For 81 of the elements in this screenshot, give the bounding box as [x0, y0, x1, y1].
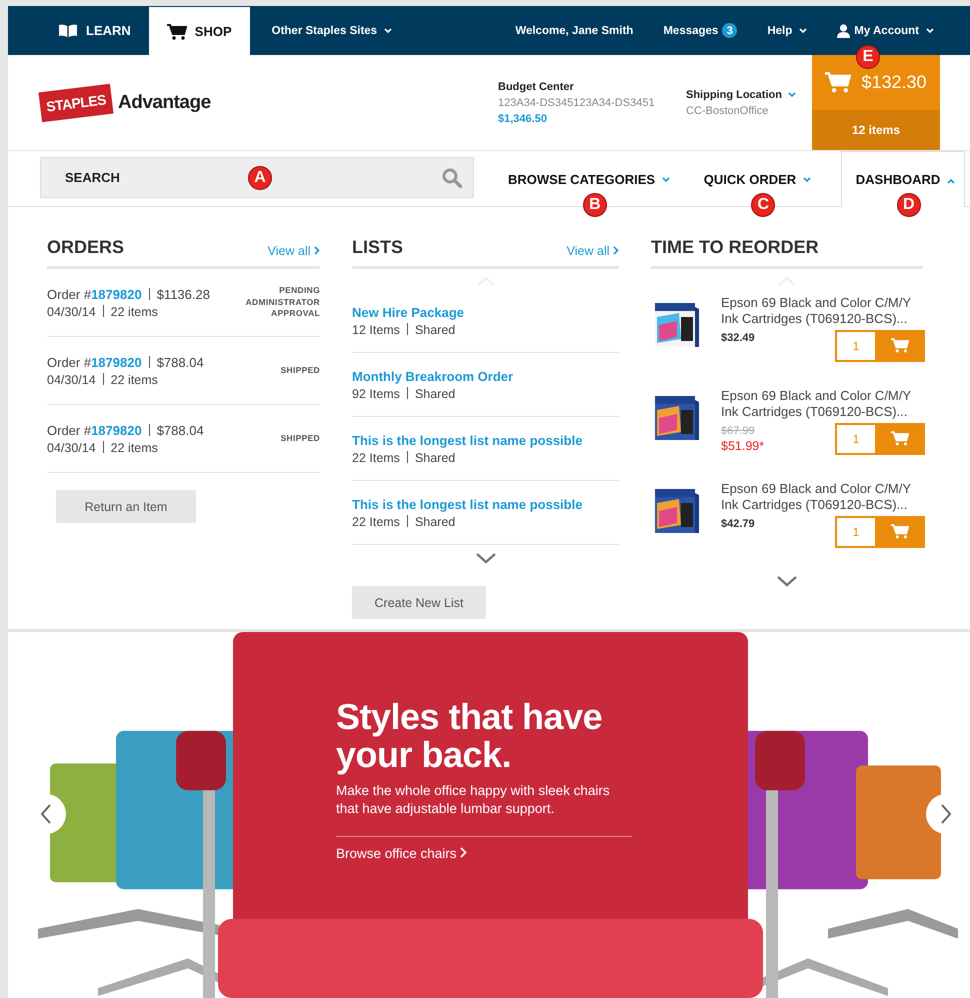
scroll-down-icon[interactable]	[777, 576, 797, 587]
account-menu[interactable]: My Account	[827, 24, 944, 38]
logo-text: Advantage	[118, 92, 211, 114]
callout-marker: B	[582, 193, 607, 217]
section-title: TIME TO REORDER	[651, 237, 819, 258]
chevron-down-icon	[662, 177, 670, 184]
view-all-link[interactable]: View all	[268, 244, 320, 258]
list-details: 12 Items Shared	[352, 322, 456, 336]
scroll-down-icon[interactable]	[476, 553, 496, 564]
list-name-link[interactable]: New Hire Package	[352, 304, 619, 320]
cart-icon	[891, 431, 909, 446]
callout-marker: C	[751, 193, 776, 217]
chevron-right-icon	[460, 847, 468, 858]
cart-icon	[891, 338, 909, 353]
hero-description: Make the whole office happy with sleek chairs that have adjustable lumbar support.	[336, 782, 632, 838]
cart-icon	[166, 24, 187, 40]
order-status: SHIPPED	[280, 432, 320, 444]
section-title: LISTS	[352, 237, 404, 258]
order-summary: Order #1879820 $788.04	[47, 354, 204, 370]
cart-item-count: 12 items	[812, 110, 940, 150]
order-summary: Order #1879820 $1136.28	[47, 286, 210, 302]
top-tab[interactable]: LEARN	[40, 6, 149, 55]
chevron-down-icon	[384, 28, 392, 34]
welcome-text: Welcome, Jane Smith	[514, 24, 634, 36]
search-icon[interactable]	[442, 168, 462, 188]
section-title: ORDERS	[47, 237, 124, 258]
view-all-link[interactable]: View all	[566, 244, 619, 258]
product-name: Epson 69 Black and Color C/M/Y Ink Cartridges (T069120-BCS)...	[721, 481, 912, 514]
chevron-down-icon	[802, 177, 811, 184]
order-details: 04/30/14 22 items	[47, 440, 159, 454]
message-count: 3	[722, 23, 738, 38]
budget-amount: $1,346.50	[498, 112, 548, 124]
user-icon	[837, 24, 850, 38]
order-status: PENDING ADMINISTRATOR APPROVAL	[244, 285, 320, 320]
messages-link[interactable]: Messages 3	[653, 23, 748, 38]
list-name-link[interactable]: This is the longest list name possible	[352, 432, 619, 448]
chevron-down-icon	[788, 92, 796, 98]
order-number-link[interactable]: 1879820	[91, 354, 142, 370]
order-number-link[interactable]: 1879820	[91, 286, 142, 302]
help-menu[interactable]: Help	[757, 24, 818, 36]
product-name: Epson 69 Black and Color C/M/Y Ink Cartridges (T069120-BCS)...	[721, 388, 912, 420]
list-details: 92 Items Shared	[352, 386, 456, 400]
chevron-up-icon	[946, 178, 955, 184]
shipping-value: CC-BostonOffice	[686, 104, 770, 116]
budget-title: Budget Center	[498, 80, 575, 92]
add-to-cart-button[interactable]	[875, 516, 925, 548]
cart-total: $132.30	[861, 72, 927, 93]
add-to-cart-button[interactable]	[875, 330, 925, 362]
chevron-right-icon	[940, 804, 952, 824]
list-details: 22 Items Shared	[352, 450, 456, 464]
product-price: $42.79	[721, 518, 755, 530]
list-name-link[interactable]: Monthly Breakroom Order	[352, 368, 619, 384]
chevron-down-icon	[799, 28, 808, 34]
product-price: $32.49	[721, 332, 755, 344]
budget-code: 123A34-DS345123A34-DS3451	[498, 96, 656, 108]
chevron-right-icon	[613, 246, 619, 255]
order-status: SHIPPED	[280, 364, 320, 376]
logo-badge[interactable]: STAPLES	[38, 83, 114, 122]
list-name-link[interactable]: This is the longest list name possible	[352, 496, 619, 512]
browse-chairs-link[interactable]: Browse office chairs	[336, 846, 632, 862]
hero-headline: Styles that have your back.	[336, 698, 604, 774]
cart-icon	[891, 524, 909, 539]
order-number-link[interactable]: 1879820	[91, 422, 142, 438]
sale-price: $51.99*	[721, 438, 764, 452]
chevron-right-icon	[314, 246, 320, 255]
return-item-button[interactable]: Return an Item	[56, 490, 196, 523]
book-icon	[58, 24, 78, 38]
add-to-cart-button[interactable]	[875, 422, 925, 454]
shipping-location-menu[interactable]: Shipping Location	[686, 88, 812, 100]
top-tab[interactable]: SHOP	[148, 7, 250, 56]
create-list-button[interactable]: Create New List	[352, 586, 486, 619]
order-summary: Order #1879820 $788.04	[47, 422, 204, 438]
chevron-left-icon	[40, 804, 52, 824]
sites-menu[interactable]: Other Staples Sites	[250, 6, 402, 55]
cart-icon	[825, 72, 852, 93]
order-details: 04/30/14 22 items	[47, 372, 159, 386]
order-details: 04/30/14 22 items	[47, 304, 159, 318]
original-price: $67.99	[721, 424, 756, 436]
list-details: 22 Items Shared	[352, 514, 456, 528]
product-name: Epson 69 Black and Color C/M/Y Ink Cartridges (T069120-BCS)...	[721, 295, 912, 328]
chevron-down-icon	[926, 28, 934, 34]
